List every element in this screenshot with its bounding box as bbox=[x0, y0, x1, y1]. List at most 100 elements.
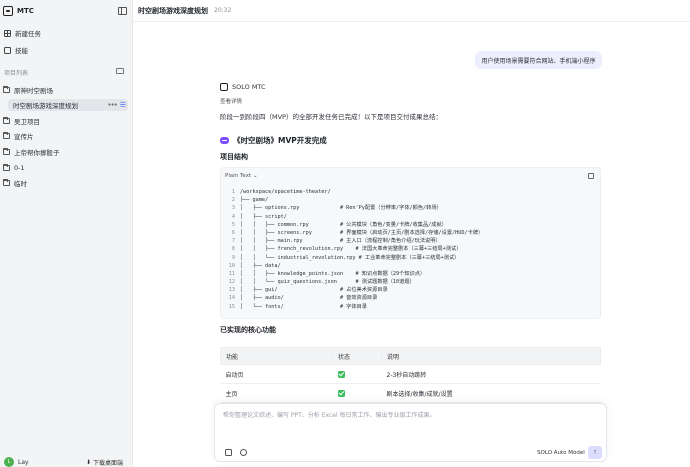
code-text: │ │ ├── french_revolution.rpy # 法国大革命完整剧… bbox=[240, 246, 462, 253]
send-button[interactable]: ↑ bbox=[588, 446, 602, 459]
user-profile[interactable]: L Lay bbox=[4, 457, 29, 467]
structure-heading: 项目结构 bbox=[220, 153, 248, 161]
features-heading: 已实现的核心功能 bbox=[220, 326, 276, 334]
download-desktop-button[interactable]: ⬇ 下载桌面端 bbox=[86, 458, 123, 467]
code-text: │ │ ├── common.rpy # 公共模块（角色/变量/卡牌/收集品/成… bbox=[240, 221, 447, 228]
table-cell: 2-3秒自动跳转 bbox=[381, 364, 601, 384]
brand[interactable]: MTC bbox=[3, 4, 34, 18]
view-detail-link[interactable]: 查看详情 bbox=[220, 97, 242, 105]
app-logo-icon bbox=[3, 6, 13, 16]
code-text: ├── game/ bbox=[240, 197, 269, 204]
table-header: 状态 bbox=[332, 347, 382, 365]
code-line: 15 │ └── fonts/ # 字体目录 bbox=[225, 303, 483, 311]
skills-button[interactable]: 技能 bbox=[4, 44, 28, 56]
code-line: 8 │ │ ├── french_revolution.rpy # 法国大革命完整… bbox=[225, 245, 483, 253]
agent-name: SOLO MTC bbox=[232, 83, 266, 91]
project-label: 宣传片 bbox=[14, 133, 34, 141]
attach-file-icon[interactable] bbox=[240, 449, 247, 456]
sidebar-project-item[interactable]: 原神时空剧场 bbox=[3, 84, 127, 96]
code-text: │ ├── gui/ # 占位美术资源目录 bbox=[240, 287, 388, 294]
mvp-heading: 《时空剧场》MVP开发完成 bbox=[220, 135, 327, 146]
code-line: 13 │ ├── gui/ # 占位美术资源目录 bbox=[225, 286, 483, 294]
more-icon[interactable]: ••• bbox=[107, 101, 117, 109]
line-number: 6 bbox=[231, 229, 235, 236]
new-task-button[interactable]: 新建任务 bbox=[4, 27, 41, 39]
skills-icon bbox=[4, 46, 11, 54]
message-input[interactable] bbox=[223, 410, 598, 430]
code-text: │ ├── options.rpy # Ren'Py配置（分辨率/字体/颜色/转… bbox=[240, 205, 442, 212]
add-folder-icon[interactable] bbox=[116, 68, 124, 74]
line-number: 5 bbox=[231, 221, 235, 228]
folder-open-icon bbox=[3, 86, 10, 93]
line-number: 3 bbox=[231, 205, 235, 212]
arrow-up-icon: ↑ bbox=[593, 449, 597, 456]
table-row: 主页 剧本选择/收集/成就/设置 bbox=[220, 383, 601, 403]
project-label: 吴卫项目 bbox=[14, 118, 40, 126]
line-number: 13 bbox=[228, 287, 235, 294]
code-text: │ ├── script/ bbox=[240, 213, 287, 220]
table-cell: 启动页 bbox=[220, 364, 333, 384]
project-label: 上帝帮你掷骰子 bbox=[14, 149, 60, 157]
folder-icon bbox=[3, 164, 10, 171]
code-line: 11 │ │ ├── knowledge_points.json # 知识点数据（… bbox=[225, 270, 483, 278]
user-name: Lay bbox=[18, 458, 29, 466]
model-selector[interactable]: SOLO Auto Model bbox=[537, 450, 585, 456]
features-table: 功能 状态 说明 启动页 2-3秒自动跳转 主页 剧本选择/收集/成就/设置 bbox=[220, 347, 601, 403]
folder-icon bbox=[3, 132, 10, 139]
code-line: 1/workspace/spacetime-theater/ bbox=[225, 188, 483, 196]
sidebar: MTC 新建任务 技能 项目列表 原神时空剧场 时空剧场游戏深度规划 ••• ☰… bbox=[0, 0, 133, 467]
plus-icon bbox=[4, 29, 11, 37]
sidebar-project-item[interactable]: 临时 bbox=[3, 177, 127, 189]
sidebar-project-item[interactable]: 吴卫项目 bbox=[3, 115, 127, 127]
sidebar-collapse-icon[interactable] bbox=[118, 7, 127, 15]
table-row: 启动页 2-3秒自动跳转 bbox=[220, 364, 601, 384]
table-cell bbox=[332, 383, 382, 403]
code-line: 3 │ ├── options.rpy # Ren'Py配置（分辨率/字体/颜色/… bbox=[225, 204, 483, 212]
folder-icon bbox=[3, 148, 10, 155]
page-time: 20:32 bbox=[214, 7, 232, 14]
folder-icon bbox=[3, 117, 10, 124]
line-number: 2 bbox=[231, 197, 235, 204]
agent-header: SOLO MTC bbox=[220, 83, 266, 91]
table-header: 说明 bbox=[381, 347, 601, 365]
table-header: 功能 bbox=[220, 347, 333, 365]
sidebar-project-item[interactable]: 上帝帮你掷骰子 bbox=[3, 146, 127, 158]
check-icon bbox=[337, 389, 345, 397]
sidebar-project-item[interactable]: 0-1 bbox=[3, 162, 127, 174]
sidebar-project-item-active[interactable]: 时空剧场游戏深度规划 ••• ☰ bbox=[8, 99, 128, 111]
code-line: 12 │ │ └── quiz_questions.json # 测试题数据（10… bbox=[225, 278, 483, 286]
line-number: 14 bbox=[228, 295, 235, 302]
project-label: 时空剧场游戏深度规划 bbox=[13, 102, 78, 110]
line-number: 7 bbox=[231, 238, 235, 245]
task-list-icon[interactable]: ☰ bbox=[120, 101, 126, 109]
user-message-bubble: 用户使用场景需要符合网站、手机端小程序 bbox=[475, 51, 602, 69]
code-lines: 1/workspace/spacetime-theater/2 ├── game/… bbox=[225, 188, 483, 311]
code-text: │ └── fonts/ # 字体目录 bbox=[240, 303, 367, 310]
line-number: 1 bbox=[231, 189, 235, 195]
skills-label: 技能 bbox=[15, 47, 28, 55]
project-label: 0-1 bbox=[14, 164, 25, 172]
avatar: L bbox=[4, 457, 14, 467]
new-task-label: 新建任务 bbox=[15, 30, 41, 38]
code-language: Plain Text bbox=[225, 173, 252, 179]
projects-section-label: 项目列表 bbox=[4, 70, 29, 77]
agent-logo-icon bbox=[220, 83, 228, 91]
line-number: 11 bbox=[228, 270, 235, 277]
table-cell: 主页 bbox=[220, 383, 333, 403]
code-block: Plain Text ⌄ 1/workspace/spacetime-theat… bbox=[220, 167, 601, 319]
line-number: 4 bbox=[231, 213, 235, 220]
code-line: 9 │ │ └── industrial_revolution.rpy # 工业革… bbox=[225, 254, 483, 262]
brand-name: MTC bbox=[17, 7, 34, 15]
sidebar-project-item[interactable]: 宣传片 bbox=[3, 130, 127, 142]
code-text: │ │ └── quiz_questions.json # 测试题数据（10道题… bbox=[240, 279, 415, 286]
copy-icon[interactable] bbox=[588, 173, 594, 179]
attach-image-icon[interactable] bbox=[225, 449, 232, 456]
line-number: 12 bbox=[228, 279, 235, 286]
code-text: │ ├── data/ bbox=[240, 262, 281, 269]
code-text: /workspace/spacetime-theater/ bbox=[240, 189, 331, 195]
folder-icon bbox=[3, 179, 10, 186]
code-language-selector[interactable]: Plain Text ⌄ bbox=[225, 173, 258, 179]
line-number: 10 bbox=[228, 262, 235, 269]
page-title: 时空剧场游戏深度规划 bbox=[138, 6, 208, 15]
code-text: │ ├── audio/ # 音效资源目录 bbox=[240, 295, 378, 302]
